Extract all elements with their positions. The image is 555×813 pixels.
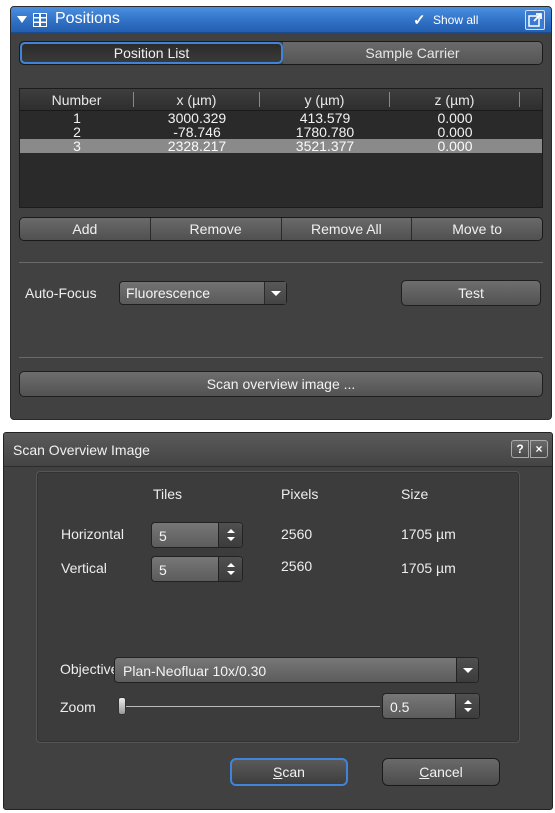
chevron-down-icon[interactable] [264,282,286,304]
column-x[interactable]: x (µm) [134,92,260,108]
dialog-title: Scan Overview Image [13,442,150,458]
spin-arrows-icon[interactable] [218,557,242,581]
cell-z: 0.000 [437,124,473,140]
zoom-slider-track[interactable] [122,706,380,707]
close-button[interactable]: × [530,440,548,458]
cell-number: 1 [73,110,81,126]
cancel-mnemonic: C [419,764,430,780]
scan-button[interactable]: Scan [230,758,348,786]
spin-arrows-icon[interactable] [455,694,479,718]
cell-number: 2 [73,124,81,140]
table-row[interactable]: 2 -78.746 1780.780 0.000 [20,125,542,139]
horizontal-pixels: 2560 [281,526,313,542]
positions-header[interactable]: Positions ✓ Show all [11,7,551,33]
horizontal-tiles-stepper[interactable]: 5 [151,522,243,548]
positions-panel: Positions ✓ Show all Position List Sampl… [10,6,552,420]
cell-z: 0.000 [437,110,473,126]
checkmark-icon[interactable]: ✓ [413,11,426,29]
table-row[interactable]: 1 3000.329 413.579 0.000 [20,111,542,125]
cell-x: 3000.329 [167,110,227,126]
show-all-toggle[interactable]: Show all [433,13,478,27]
tab-sample-carrier[interactable]: Sample Carrier [283,42,542,64]
cell-number: 3 [73,138,81,154]
cancel-label: ancel [429,764,463,780]
scan-mnemonic: S [273,764,283,780]
divider [19,262,543,263]
spin-arrows-icon[interactable] [218,523,242,547]
column-y[interactable]: y (µm) [260,92,390,108]
column-z[interactable]: z (µm) [390,92,520,108]
divider [19,357,543,358]
test-button[interactable]: Test [401,280,541,306]
remove-all-button[interactable]: Remove All [281,218,413,240]
vertical-size: 1705 µm [401,560,456,576]
size-header: Size [401,486,429,502]
horizontal-size: 1705 µm [401,526,456,542]
tab-position-list[interactable]: Position List [20,42,283,64]
table-header: Number x (µm) y (µm) z (µm) [20,89,542,111]
cell-y: 413.579 [299,110,351,126]
horizontal-tiles-value: 5 [159,528,167,544]
zoom-value: 0.5 [390,699,410,715]
vertical-tiles-stepper[interactable]: 5 [151,556,243,582]
cell-x: 2328.217 [167,138,227,154]
column-number[interactable]: Number [20,92,134,108]
undock-button[interactable] [525,10,545,30]
zoom-label: Zoom [60,699,96,715]
help-button[interactable]: ? [511,440,529,458]
position-buttons: Add Remove Remove All Move to [19,217,543,241]
remove-button[interactable]: Remove [150,218,282,240]
pixels-header: Pixels [281,486,319,502]
vertical-tiles-value: 5 [159,562,167,578]
positions-grid-icon [33,13,47,27]
zoom-stepper[interactable]: 0.5 [382,693,480,719]
dialog-titlebar[interactable]: Scan Overview Image ? × [4,433,552,467]
objective-dropdown[interactable]: Plan-Neofluar 10x/0.30 [114,657,479,683]
position-table: Number x (µm) y (µm) z (µm) 1 3000.329 4… [19,88,543,208]
chevron-down-icon[interactable] [456,658,478,682]
vertical-label: Vertical [61,560,107,576]
autofocus-value: Fluorescence [126,285,211,301]
move-to-button[interactable]: Move to [412,218,542,240]
vertical-pixels: 2560 [281,558,313,574]
cell-z: 0.000 [437,138,473,154]
panel-title: Positions [55,10,120,27]
collapse-arrow-icon[interactable] [17,16,27,23]
cancel-button[interactable]: Cancel [382,758,500,786]
scan-overview-image-button[interactable]: Scan overview image ... [19,371,543,397]
table-row-selected[interactable]: 3 2328.217 3521.377 0.000 [20,139,542,153]
cell-y: 3521.377 [295,138,355,154]
view-tabs: Position List Sample Carrier [19,41,543,65]
scan-label: can [282,764,305,780]
objective-value: Plan-Neofluar 10x/0.30 [123,663,267,679]
objective-label: Objective [60,661,119,677]
zoom-slider-handle[interactable] [118,697,126,715]
cell-x: -78.746 [173,124,221,140]
scan-overview-dialog: Scan Overview Image ? × Tiles Pixels Siz… [3,432,553,810]
horizontal-label: Horizontal [61,526,125,542]
add-button[interactable]: Add [20,218,151,240]
tiles-header: Tiles [153,486,183,502]
cell-y: 1780.780 [295,124,355,140]
undock-icon [528,13,542,27]
autofocus-dropdown[interactable]: Fluorescence [119,281,287,305]
autofocus-label: Auto-Focus [25,285,97,301]
